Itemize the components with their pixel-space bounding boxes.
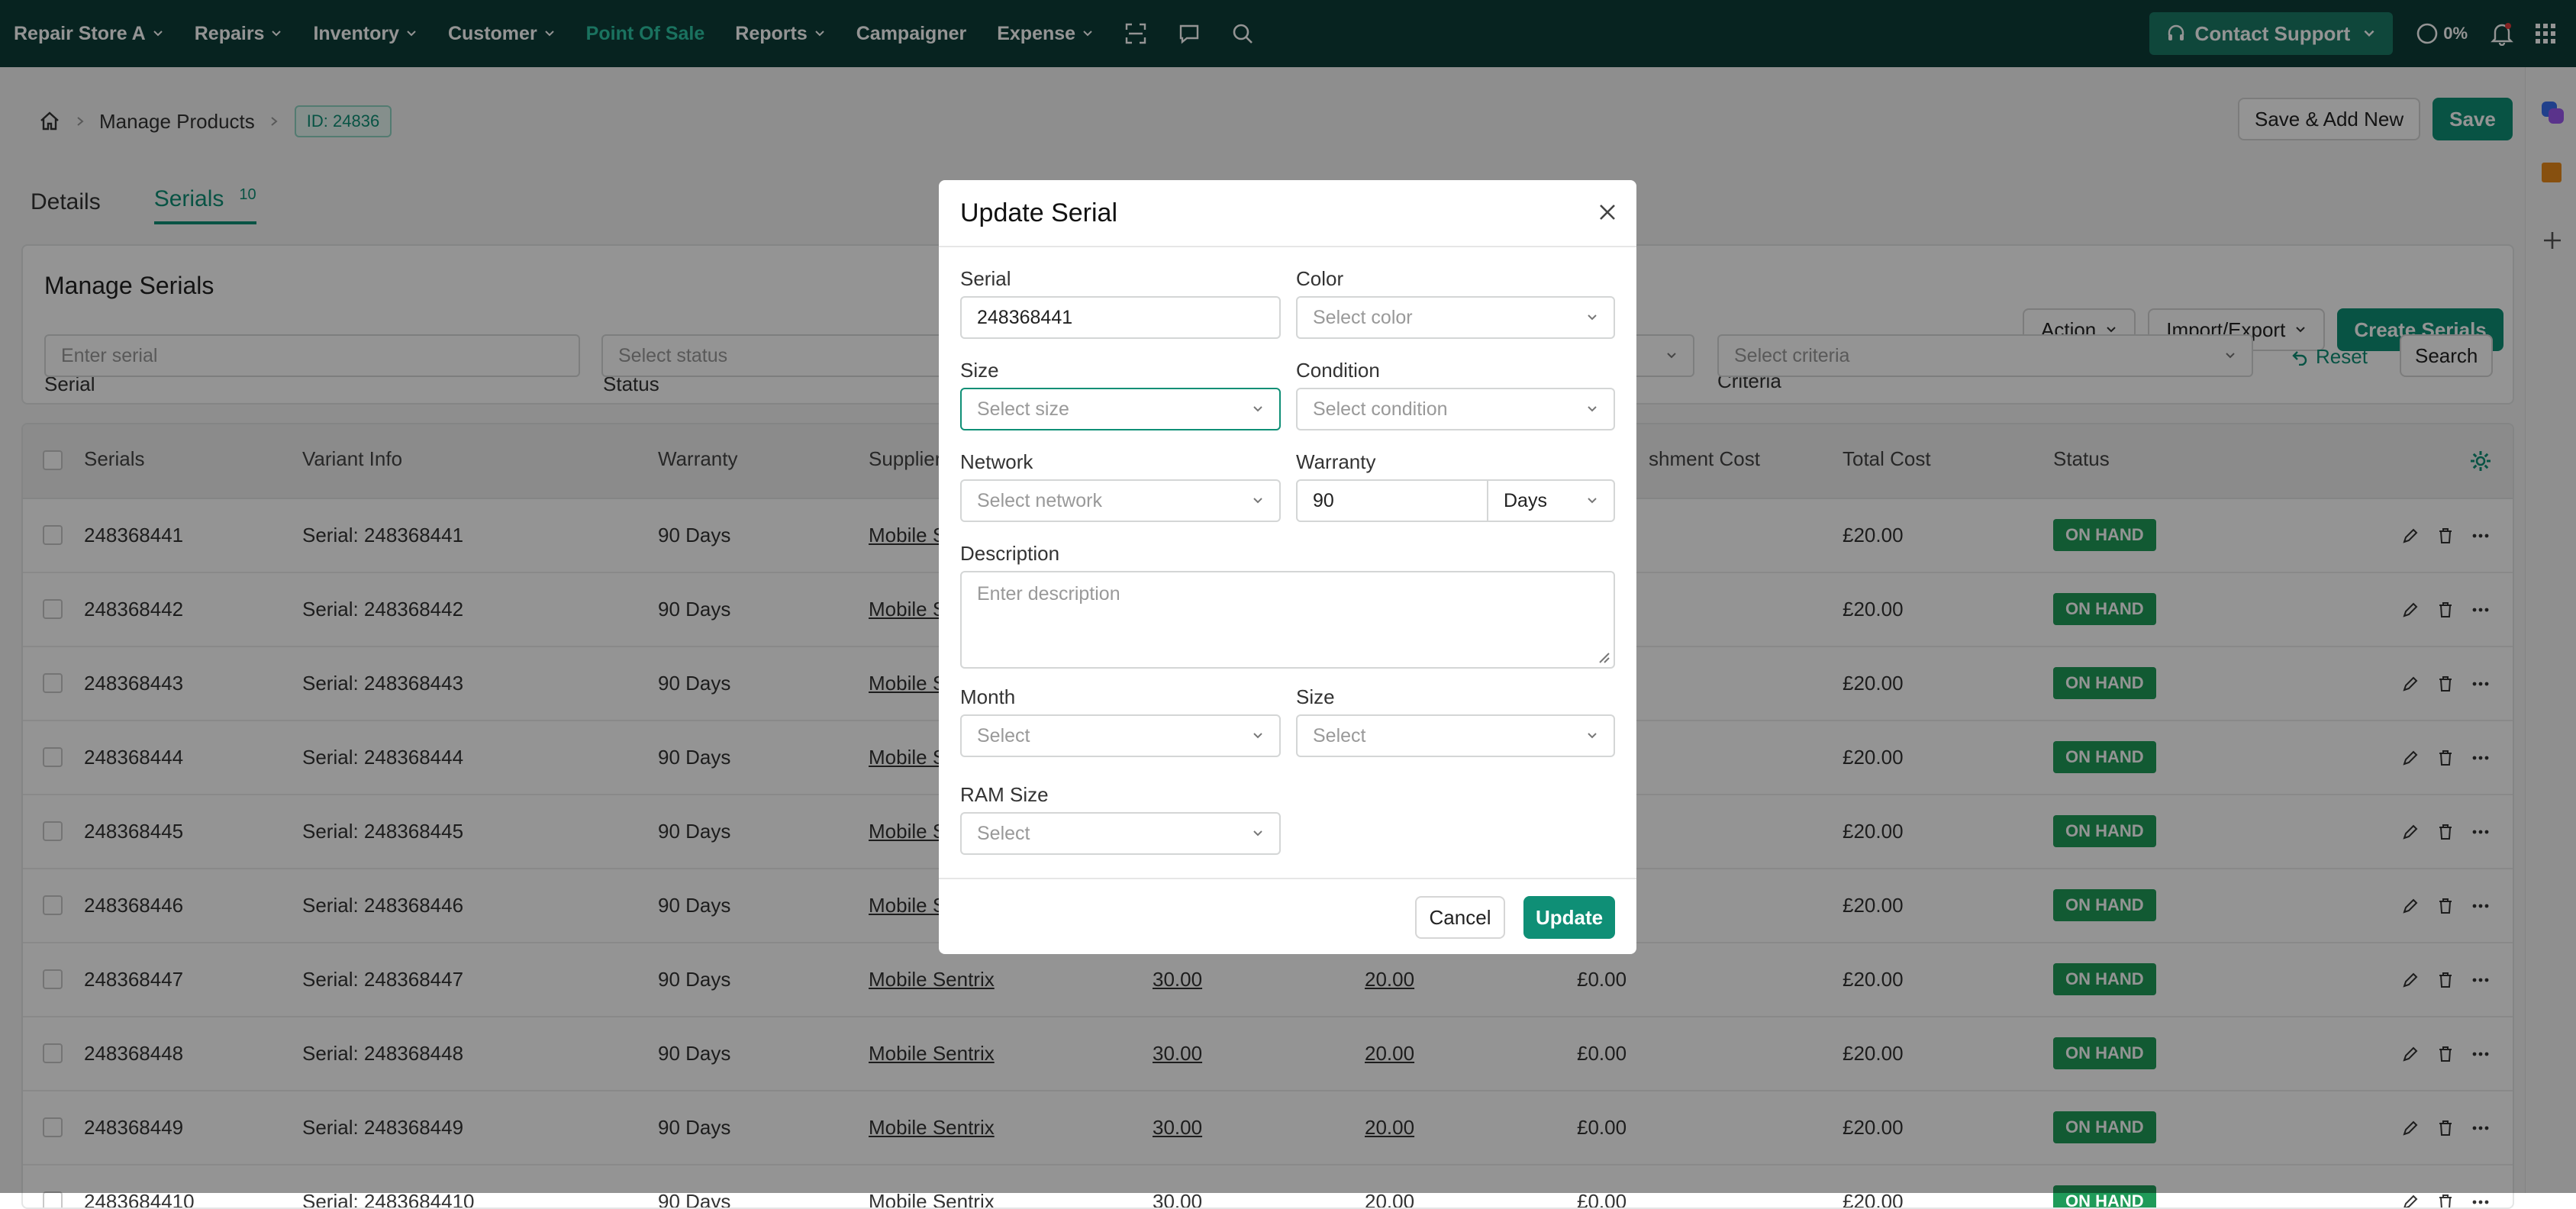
- warranty-value: 90: [1313, 489, 1334, 511]
- update-button[interactable]: Update: [1523, 896, 1615, 939]
- chevron-down-icon: [1253, 733, 1262, 739]
- serial-value: 248368441: [977, 306, 1073, 328]
- size-attribute-select[interactable]: Select: [1296, 714, 1615, 757]
- description-textarea[interactable]: Enter description: [960, 571, 1615, 669]
- ram-size-select[interactable]: Select: [960, 812, 1281, 855]
- warranty-unit: Days: [1504, 489, 1547, 511]
- cancel-button[interactable]: Cancel: [1415, 896, 1505, 939]
- delete-trash-icon[interactable]: [2436, 1193, 2455, 1209]
- size-attribute-label: Size: [1296, 685, 1335, 708]
- modal-footer: Cancel Update: [939, 878, 1636, 954]
- serial-label: Serial: [960, 267, 1011, 290]
- chevron-down-icon: [1588, 406, 1597, 412]
- ram-size-label: RAM Size: [960, 783, 1049, 806]
- update-serial-modal: Update Serial Serial 248368441 Color Sel…: [939, 180, 1636, 954]
- placeholder: Select: [1313, 724, 1366, 746]
- more-dots-icon[interactable]: [2471, 1193, 2490, 1209]
- chevron-down-icon: [1588, 314, 1597, 321]
- chevron-down-icon: [1253, 406, 1262, 412]
- condition-label: Condition: [1296, 359, 1380, 382]
- placeholder: Select size: [977, 398, 1069, 420]
- close-icon[interactable]: [1597, 202, 1618, 223]
- serial-input[interactable]: 248368441: [960, 296, 1281, 339]
- warranty-unit-select[interactable]: Days: [1487, 479, 1615, 522]
- description-label: Description: [960, 542, 1060, 565]
- row-actions: [2401, 1193, 2490, 1209]
- month-select[interactable]: Select: [960, 714, 1281, 757]
- placeholder: Select condition: [1313, 398, 1448, 420]
- month-label: Month: [960, 685, 1016, 708]
- network-label: Network: [960, 450, 1033, 473]
- placeholder: Select color: [1313, 306, 1413, 328]
- chevron-down-icon: [1588, 733, 1597, 739]
- edit-pencil-icon[interactable]: [2401, 1193, 2420, 1209]
- color-select[interactable]: Select color: [1296, 296, 1615, 339]
- placeholder: Select network: [977, 489, 1102, 511]
- modal-header: Update Serial: [939, 180, 1636, 247]
- row-checkbox[interactable]: [43, 1191, 63, 1207]
- warranty-input[interactable]: 90: [1296, 479, 1488, 522]
- network-select[interactable]: Select network: [960, 479, 1281, 522]
- chevron-down-icon: [1253, 498, 1262, 504]
- placeholder: Select: [977, 724, 1030, 746]
- placeholder: Select: [977, 822, 1030, 844]
- warranty-label: Warranty: [1296, 450, 1376, 473]
- chevron-down-icon: [1253, 830, 1262, 837]
- resize-handle-icon[interactable]: [1597, 650, 1610, 664]
- modal-title: Update Serial: [960, 198, 1118, 227]
- size-select[interactable]: Select size: [960, 388, 1281, 430]
- placeholder: Enter description: [977, 583, 1120, 604]
- size-label: Size: [960, 359, 999, 382]
- condition-select[interactable]: Select condition: [1296, 388, 1615, 430]
- color-label: Color: [1296, 267, 1344, 290]
- chevron-down-icon: [1588, 498, 1597, 504]
